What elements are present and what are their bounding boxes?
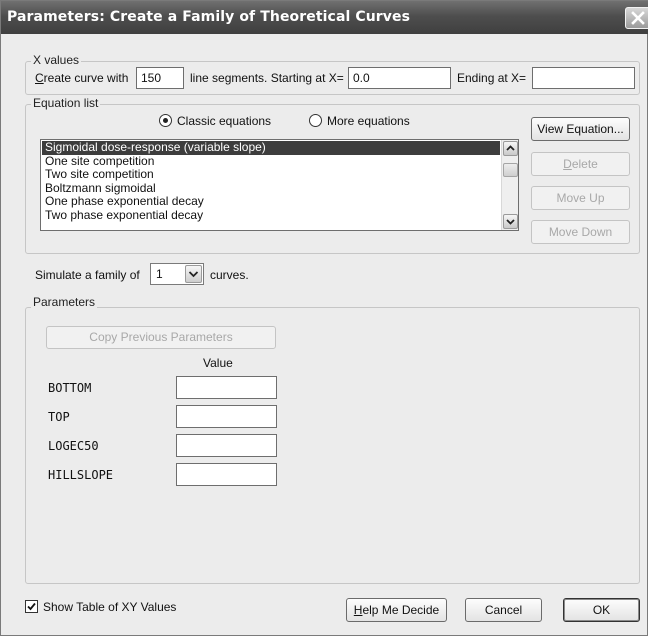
scroll-down-button[interactable]	[503, 214, 518, 229]
copy-previous-label: Copy Previous Parameters	[89, 330, 233, 344]
dialog-window: Parameters: Create a Family of Theoretic…	[0, 0, 648, 636]
view-equation-label: View Equation...	[537, 122, 624, 136]
move-down-label: Move Down	[548, 225, 613, 239]
equation-listbox[interactable]: Sigmoidal dose-response (variable slope)…	[40, 139, 519, 231]
delete-button[interactable]: Delete	[531, 152, 630, 176]
equation-list-item[interactable]: Two phase exponential decay	[42, 208, 500, 223]
equation-scrollbar[interactable]	[501, 140, 518, 230]
scroll-up-button[interactable]	[503, 141, 518, 156]
equation-list-item[interactable]: One site competition	[42, 154, 500, 169]
move-up-button[interactable]: Move Up	[531, 186, 630, 210]
chevron-down-icon	[506, 219, 515, 225]
simulate-prefix-label: Simulate a family of	[35, 268, 140, 282]
equation-list-item[interactable]: Sigmoidal dose-response (variable slope)	[42, 140, 500, 155]
classic-equations-radio[interactable]	[159, 114, 172, 127]
equation-list-item[interactable]: Boltzmann sigmoidal	[42, 181, 500, 196]
classic-equations-label[interactable]: Classic equations	[177, 114, 271, 128]
ok-button[interactable]: OK	[563, 598, 640, 622]
parameter-name-label: TOP	[48, 410, 70, 424]
end-x-input[interactable]	[532, 67, 635, 89]
delete-label: elete	[571, 157, 598, 171]
equation-list-item[interactable]: One phase exponential decay	[42, 195, 500, 209]
create-curve-label: Create curve with	[35, 71, 129, 85]
curve-count-select[interactable]: 1	[150, 263, 204, 285]
close-icon	[631, 11, 645, 25]
parameters-group-label: Parameters	[31, 295, 98, 309]
value-column-header: Value	[203, 356, 233, 370]
parameter-name-label: HILLSLOPE	[48, 468, 114, 482]
parameter-value-input[interactable]	[176, 434, 277, 457]
ok-label: OK	[592, 603, 611, 617]
scroll-thumb[interactable]	[503, 163, 518, 177]
segments-suffix-label: line segments. Starting at X=	[190, 71, 344, 85]
more-equations-radio[interactable]	[309, 114, 322, 127]
curve-count-value: 1	[156, 267, 163, 281]
window-title: Parameters: Create a Family of Theoretic…	[7, 9, 411, 25]
show-table-label[interactable]: Show Table of XY Values	[43, 600, 176, 614]
ending-x-label: Ending at X=	[457, 71, 527, 85]
equation-list-item[interactable]: Two site competition	[42, 168, 500, 182]
help-label: elp Me Decide	[362, 603, 440, 617]
checkmark-icon	[27, 602, 36, 611]
help-me-decide-button[interactable]: Help Me Decide	[346, 598, 447, 622]
cancel-button[interactable]: Cancel	[465, 598, 542, 622]
move-up-label: Move Up	[556, 191, 605, 205]
copy-previous-parameters-button[interactable]: Copy Previous Parameters	[46, 326, 276, 349]
chevron-down-icon	[188, 271, 199, 278]
simulate-suffix-label: curves.	[210, 268, 249, 282]
equation-items: Sigmoidal dose-response (variable slope)…	[42, 140, 500, 223]
more-equations-label[interactable]: More equations	[327, 114, 410, 128]
close-button[interactable]	[625, 7, 648, 29]
title-bar[interactable]: Parameters: Create a Family of Theoretic…	[1, 1, 648, 34]
parameter-value-input[interactable]	[176, 405, 277, 428]
parameter-value-input[interactable]	[176, 376, 277, 399]
view-equation-button[interactable]: View Equation...	[531, 117, 630, 141]
move-down-button[interactable]: Move Down	[531, 220, 630, 244]
delete-label-accel: D	[563, 157, 572, 171]
curve-count-dropdown[interactable]	[185, 265, 202, 283]
parameter-value-input[interactable]	[176, 463, 277, 486]
start-x-input[interactable]: 0.0	[348, 67, 451, 89]
parameter-name-label: BOTTOM	[48, 381, 92, 395]
cancel-label: Cancel	[484, 603, 523, 617]
segments-input[interactable]: 150	[136, 67, 184, 89]
equation-list-group-label: Equation list	[31, 96, 101, 110]
show-table-checkbox[interactable]	[25, 600, 38, 613]
x-values-group-label: X values	[31, 53, 82, 67]
parameter-name-label: LOGEC50	[48, 439, 99, 453]
chevron-up-icon	[506, 145, 515, 151]
